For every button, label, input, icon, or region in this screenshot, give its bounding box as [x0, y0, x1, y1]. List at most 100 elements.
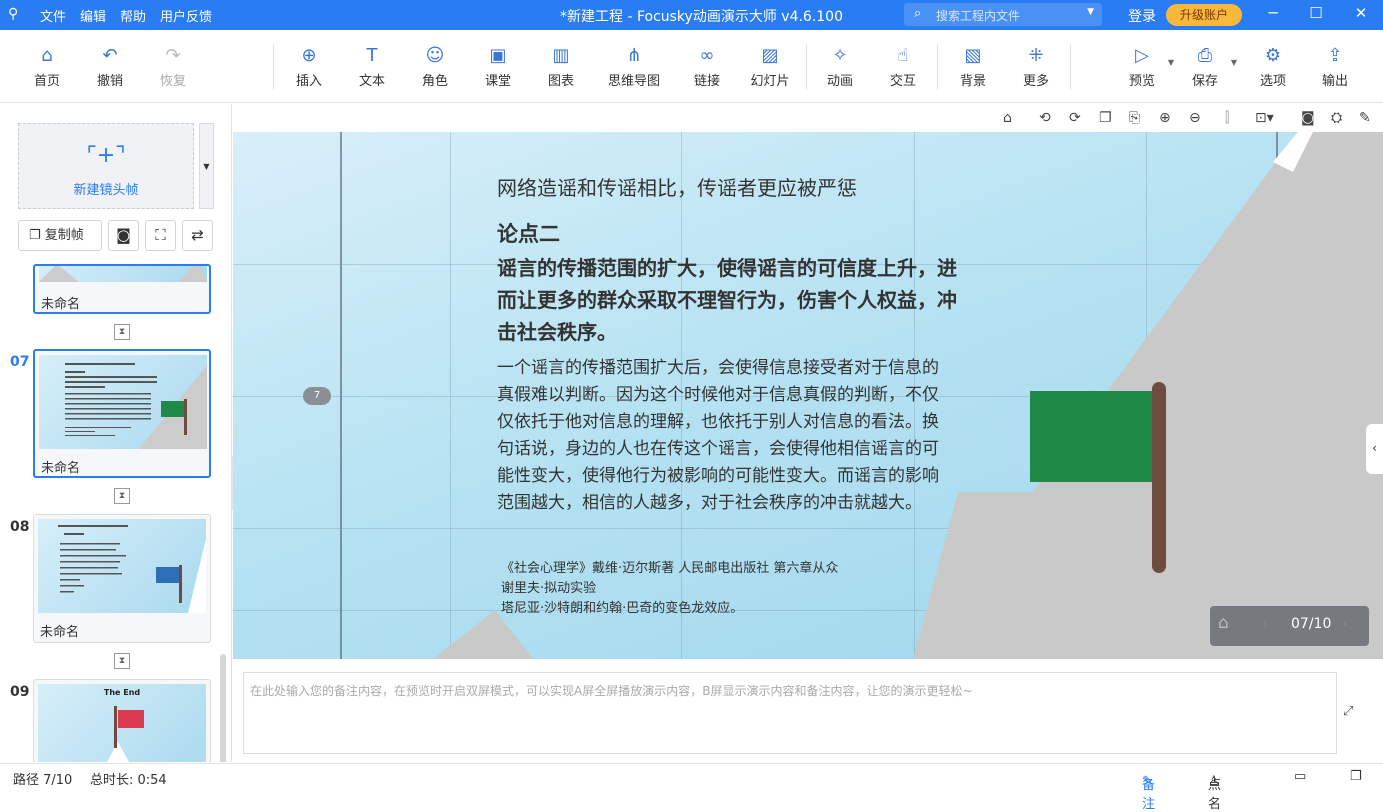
redo-button[interactable]: ↷ 恢复	[143, 44, 203, 89]
undo-icon: ↶	[102, 45, 118, 66]
rotate-right-icon[interactable]: ⟳	[1069, 110, 1081, 126]
new-frame-button[interactable]: ⌜+⌝ 新建镜头帧	[18, 123, 194, 209]
play-icon: ▷	[1135, 45, 1149, 66]
next-icon[interactable]: ›	[1342, 616, 1348, 632]
path-step-badge[interactable]: 7	[303, 387, 331, 405]
minimize-icon[interactable]: ─	[1262, 4, 1284, 26]
zoom-out-icon[interactable]: ⊖	[1189, 110, 1201, 126]
menu-edit[interactable]: 编辑	[80, 6, 106, 25]
expand-icon[interactable]: ⤢	[1343, 704, 1353, 719]
classroom-button[interactable]: ▣ 课堂	[468, 44, 528, 89]
home-button[interactable]: ⌂ 首页	[17, 44, 77, 89]
bar-chart-icon: ▥	[552, 45, 570, 66]
expand-right-panel[interactable]: ‹	[1366, 424, 1383, 474]
thumbnail-image: The End	[38, 684, 206, 762]
export-button[interactable]: ⇪ 输出	[1305, 44, 1365, 89]
flag-shape[interactable]	[1030, 391, 1154, 482]
insert-button[interactable]: ⊕ 插入	[279, 44, 339, 89]
home-view-icon[interactable]: ⌂	[1003, 110, 1012, 126]
search-input[interactable]: 搜索工程内文件	[936, 9, 1020, 23]
thumbnail-image	[39, 266, 207, 282]
menu-bar: 文件 编辑 帮助 用户反馈	[40, 6, 212, 25]
mindmap-button[interactable]: ⋔ 思维导图	[594, 44, 674, 89]
copy-frame-button[interactable]: ❐ 复制帧	[18, 220, 102, 251]
menu-file[interactable]: 文件	[40, 6, 66, 25]
frame-number: 07	[10, 354, 30, 370]
prev-icon[interactable]: ‹	[1262, 616, 1268, 632]
more-button[interactable]: ⁜ 更多	[1006, 44, 1066, 89]
text-icon: T	[366, 45, 378, 66]
chevron-down-icon[interactable]: ▼	[1087, 7, 1094, 17]
save-icon: ⎙	[1197, 45, 1213, 66]
rotate-left-icon[interactable]: ⟲	[1039, 110, 1051, 126]
slide-heading[interactable]: 网络造谣和传谣相比，传谣者更应被严惩	[497, 172, 857, 201]
chevron-down-icon[interactable]: ▼	[1231, 58, 1237, 67]
login-button[interactable]: 登录	[1128, 6, 1156, 26]
swap-icon[interactable]: ⇄	[182, 220, 213, 251]
search-box[interactable]: ⌕ 搜索工程内文件 ▼	[904, 3, 1102, 26]
new-frame-dropdown[interactable]: ▼	[199, 123, 214, 209]
person-icon: ☺	[425, 45, 445, 66]
panel-scrollbar[interactable]	[220, 654, 226, 762]
copy-icon: ❐	[29, 228, 41, 243]
settings-icon[interactable]: ⛭	[1331, 110, 1342, 126]
frame-number: 08	[10, 519, 30, 535]
fit-frame-icon[interactable]: ⛶	[145, 220, 176, 251]
transition-icon[interactable]: ⧗	[114, 488, 130, 504]
notes-input[interactable]: 在此处输入您的备注内容，在预览时开启双屏模式，可以实现A屏全屏播放演示内容，B屏…	[243, 672, 1337, 754]
search-icon: ⌕	[914, 6, 922, 21]
frame-thumbnail[interactable]: 未命名	[33, 514, 211, 643]
frame-thumbnail[interactable]: The End	[33, 679, 211, 762]
background-button[interactable]: ▧ 背景	[943, 44, 1003, 89]
chevron-left-icon: ‹	[1372, 441, 1377, 455]
lock-icon[interactable]: ⊡▾	[1255, 110, 1274, 126]
frame-thumbnail[interactable]: 未命名	[33, 264, 211, 314]
menu-feedback[interactable]: 用户反馈	[160, 6, 212, 25]
window-icon[interactable]: ❐	[1350, 769, 1362, 784]
interact-button[interactable]: ☝ 交互	[873, 44, 933, 89]
transition-icon[interactable]: ⧗	[114, 653, 130, 669]
link-button[interactable]: ∞ 链接	[677, 44, 737, 89]
camera-icon[interactable]: ◙	[108, 220, 139, 251]
transition-icon[interactable]: ⧗	[114, 324, 130, 340]
upgrade-button[interactable]: 升级账户	[1166, 4, 1242, 26]
maximize-icon[interactable]: ☐	[1305, 4, 1327, 26]
screenshot-icon[interactable]: ◙	[1301, 110, 1315, 126]
home-icon[interactable]: ⌂	[1218, 613, 1229, 633]
frame-name: 未命名	[40, 625, 80, 640]
flagpole-shape[interactable]	[1152, 382, 1166, 573]
references[interactable]: 《社会心理学》戴维·迈尔斯著 人民邮电出版社 第六章从众 谢里夫·拟动实验 塔尼…	[501, 559, 838, 619]
slide-preview	[65, 363, 207, 449]
thumbnail-title: The End	[103, 688, 141, 697]
slide-canvas[interactable]: 网络造谣和传谣相比，传谣者更应被严惩 论点二 谣言的传播范围的扩大，使得谣言的可…	[233, 132, 1383, 659]
frame-thumbnail-selected[interactable]: 未命名	[33, 349, 211, 478]
presentation-nav: ⌂ ‹ 07/10 ›	[1210, 606, 1369, 646]
edit-icon[interactable]: ✎	[1359, 110, 1371, 126]
body-text[interactable]: 一个谣言的传播范围扩大后，会使得信息接受者对于信息的 真假难以判断。因为这个时候…	[497, 355, 939, 517]
animation-button[interactable]: ✧ 动画	[810, 44, 870, 89]
undo-button[interactable]: ↶ 撤销	[80, 44, 140, 89]
save-button[interactable]: ⎙ 保存 ▼	[1175, 44, 1237, 89]
align-icon[interactable]: ⫿	[1225, 110, 1229, 126]
preview-button[interactable]: ▷ 预览 ▼	[1112, 44, 1174, 89]
frame-name: 未命名	[41, 461, 81, 476]
text-button[interactable]: T 文本	[342, 44, 402, 89]
copy-icon[interactable]: ❐	[1099, 110, 1112, 126]
point-title[interactable]: 论点二	[497, 218, 560, 248]
chevron-down-icon[interactable]: ▼	[1168, 58, 1174, 67]
point-text[interactable]: 谣言的传播范围的扩大，使得谣言的可信度上升，进 而让更多的群众采取不理智行为，伤…	[497, 252, 957, 348]
screen-icon[interactable]: ▭	[1294, 769, 1306, 784]
slide-icon: ▨	[761, 45, 779, 66]
status-bar: 路径 7/10 总时长: 0:54 ✎ 备注 ♙ 点名 ▭ ❐	[0, 763, 1383, 812]
menu-help[interactable]: 帮助	[120, 6, 146, 25]
options-button[interactable]: ⚙ 选项	[1243, 44, 1303, 89]
role-button[interactable]: ☺ 角色	[405, 44, 465, 89]
duration-status: 总时长: 0:54	[90, 773, 167, 788]
mountain-shape	[39, 266, 207, 282]
chart-button[interactable]: ▥ 图表	[531, 44, 591, 89]
background-icon: ▧	[964, 45, 982, 66]
slide-button[interactable]: ▨ 幻灯片	[740, 44, 800, 89]
paste-icon[interactable]: ⎘	[1129, 110, 1140, 126]
zoom-in-icon[interactable]: ⊕	[1159, 110, 1171, 126]
close-icon[interactable]: ✕	[1350, 4, 1372, 26]
